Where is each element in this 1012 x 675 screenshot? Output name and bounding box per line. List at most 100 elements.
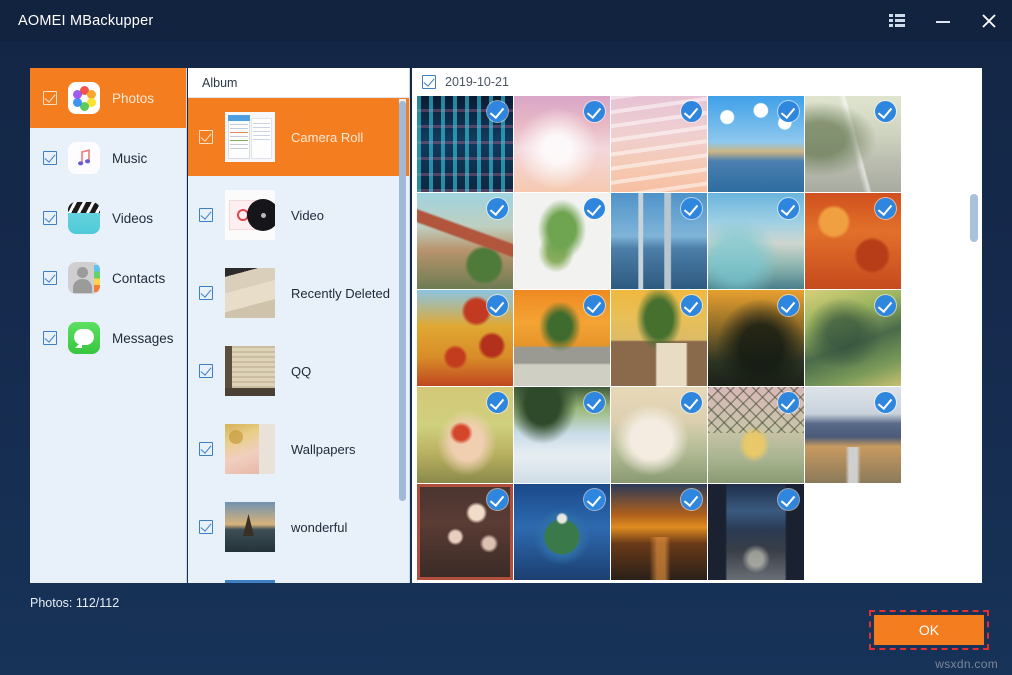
photo-thumbnail[interactable] [514, 484, 610, 580]
album-thumbnail [225, 268, 275, 318]
photo-thumbnail[interactable] [708, 96, 804, 192]
album-item-wallpapers[interactable]: Wallpapers [188, 410, 409, 488]
app-window: AOMEI MBackupper [0, 0, 1012, 675]
sidebar-item-music[interactable]: Music [30, 128, 186, 188]
photo-thumbnail[interactable] [805, 193, 901, 289]
selected-badge[interactable] [778, 101, 799, 122]
sidebar-item-label: Photos [112, 91, 154, 106]
album-item-wonderful[interactable]: wonderful [188, 488, 409, 566]
contacts-checkbox[interactable] [43, 271, 57, 285]
album-thumbnail [225, 346, 275, 396]
selected-badge[interactable] [584, 198, 605, 219]
selected-badge[interactable] [487, 295, 508, 316]
photo-thumbnail[interactable] [611, 96, 707, 192]
sidebar-item-photos[interactable]: Photos [30, 68, 186, 128]
photo-thumbnail[interactable] [417, 193, 513, 289]
photo-thumbnail[interactable] [417, 484, 513, 580]
photo-thumbnail[interactable] [708, 193, 804, 289]
sidebar-item-messages[interactable]: Messages [30, 308, 186, 368]
sidebar-item-videos[interactable]: Videos [30, 188, 186, 248]
contacts-icon [68, 262, 100, 294]
sidebar-item-contacts[interactable]: Contacts [30, 248, 186, 308]
selected-badge[interactable] [584, 392, 605, 413]
music-checkbox[interactable] [43, 151, 57, 165]
album-label: QQ [291, 364, 311, 379]
album-checkbox[interactable] [199, 286, 213, 300]
photo-thumbnail[interactable] [611, 387, 707, 483]
album-checkbox[interactable] [199, 442, 213, 456]
ok-button[interactable]: OK [874, 615, 984, 645]
photo-thumbnail[interactable] [514, 387, 610, 483]
album-label: wonderful [291, 520, 347, 535]
selected-badge[interactable] [778, 198, 799, 219]
selected-badge[interactable] [487, 101, 508, 122]
videos-checkbox[interactable] [43, 211, 57, 225]
selected-badge[interactable] [487, 489, 508, 510]
selected-badge[interactable] [875, 198, 896, 219]
ok-button-highlight: OK [869, 610, 989, 650]
selected-badge[interactable] [487, 392, 508, 413]
photo-thumbnail[interactable] [805, 96, 901, 192]
category-sidebar: Photos Music Videos [30, 68, 187, 583]
selected-badge[interactable] [681, 295, 702, 316]
album-item-video[interactable]: Video [188, 176, 409, 254]
date-group-checkbox[interactable] [422, 75, 436, 89]
music-icon [68, 142, 100, 174]
photo-thumbnail[interactable] [611, 193, 707, 289]
photos-icon [68, 82, 100, 114]
selected-badge[interactable] [875, 392, 896, 413]
selected-badge[interactable] [875, 101, 896, 122]
sidebar-item-label: Videos [112, 211, 153, 226]
photos-checkbox[interactable] [43, 91, 57, 105]
album-thumbnail [225, 502, 275, 552]
photo-thumbnail[interactable] [805, 290, 901, 386]
selected-badge[interactable] [681, 489, 702, 510]
messages-checkbox[interactable] [43, 331, 57, 345]
album-thumbnail [225, 190, 275, 240]
minimize-icon[interactable] [920, 0, 966, 41]
selected-badge[interactable] [681, 392, 702, 413]
content-area: Photos Music Videos [0, 41, 1012, 587]
selected-badge[interactable] [778, 295, 799, 316]
selected-badge[interactable] [681, 198, 702, 219]
album-scrollbar-track[interactable] [399, 99, 406, 581]
photo-thumbnail[interactable] [805, 387, 901, 483]
date-group-header[interactable]: 2019-10-21 [412, 68, 982, 96]
photo-thumbnail[interactable] [514, 193, 610, 289]
photo-thumbnail[interactable] [708, 290, 804, 386]
photo-thumbnail[interactable] [417, 290, 513, 386]
photo-thumbnail[interactable] [514, 96, 610, 192]
selected-badge[interactable] [778, 489, 799, 510]
album-item-recently-deleted[interactable]: Recently Deleted [188, 254, 409, 332]
photo-thumbnail[interactable] [708, 484, 804, 580]
photo-thumbnail[interactable] [611, 290, 707, 386]
album-checkbox[interactable] [199, 364, 213, 378]
photo-thumbnail[interactable] [417, 96, 513, 192]
selected-badge[interactable] [875, 295, 896, 316]
sidebar-item-label: Messages [112, 331, 174, 346]
list-view-icon[interactable] [874, 0, 920, 41]
messages-icon [68, 322, 100, 354]
album-item-qq[interactable]: QQ [188, 332, 409, 410]
grid-scrollbar-thumb[interactable] [970, 194, 978, 242]
album-item-partial[interactable] [188, 566, 409, 583]
grid-scrollbar-track[interactable] [970, 72, 978, 579]
album-column-header: Album [188, 68, 409, 98]
album-item-camera-roll[interactable]: Camera Roll [188, 98, 409, 176]
selected-badge[interactable] [778, 392, 799, 413]
photo-thumbnail[interactable] [611, 484, 707, 580]
selected-badge[interactable] [487, 198, 508, 219]
album-checkbox[interactable] [199, 130, 213, 144]
videos-icon [68, 202, 100, 234]
photo-thumbnail[interactable] [708, 387, 804, 483]
selected-badge[interactable] [584, 101, 605, 122]
photo-thumbnail[interactable] [514, 290, 610, 386]
album-checkbox[interactable] [199, 520, 213, 534]
selected-badge[interactable] [584, 489, 605, 510]
album-checkbox[interactable] [199, 208, 213, 222]
selected-badge[interactable] [584, 295, 605, 316]
album-scrollbar-thumb[interactable] [399, 101, 406, 501]
photo-thumbnail[interactable] [417, 387, 513, 483]
selected-badge[interactable] [681, 101, 702, 122]
close-icon[interactable] [966, 0, 1012, 41]
